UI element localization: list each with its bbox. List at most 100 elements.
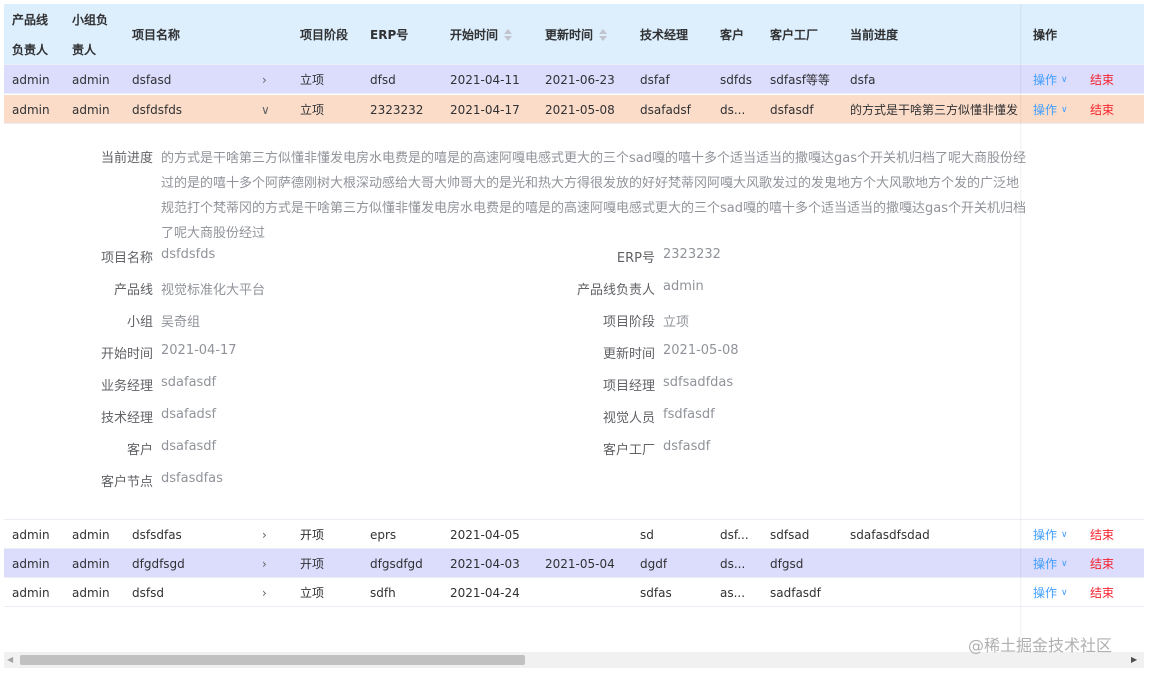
chevron-down-icon[interactable]: ∨ [261, 95, 270, 124]
cell-owner: admin [12, 72, 50, 87]
detail-label: 客户 [126, 443, 153, 458]
cell-group-owner: admin [72, 585, 110, 600]
cell-project-name: dsfsdfas [132, 527, 182, 542]
cell-project-name: dsfasd [132, 72, 172, 87]
cell-tech: dsafadsf [640, 102, 691, 117]
table-row[interactable]: admin admin dsfsd › 立项 sdfh 2021-04-24 s… [4, 578, 1144, 607]
cell-project-name: dsfdsfds [132, 102, 183, 117]
detail-label: 小组 [126, 315, 153, 330]
end-button[interactable]: 结束 [1090, 578, 1114, 607]
cell-progress: 的方式是干啥第三方似懂非懂发电 [850, 103, 1018, 117]
header-update-time[interactable]: 更新时间 [545, 4, 608, 65]
cell-factory: dsfasdf [770, 102, 814, 117]
cell-customer: ds... [720, 102, 746, 117]
detail-label: 项目阶段 [602, 315, 655, 330]
chevron-down-icon: ∨ [1061, 104, 1068, 115]
chevron-right-icon[interactable]: › [262, 549, 267, 578]
detail-value: dsfdsfds [161, 247, 216, 262]
detail-value: dsafadsf [161, 407, 217, 422]
cell-progress: sdafasdfsdad [850, 527, 930, 542]
scroll-right-arrow-icon[interactable]: ▶ [1131, 655, 1141, 665]
detail-label: 产品线 [113, 283, 153, 298]
table-header: 产品线负责人 小组负责人 项目名称 项目阶段 ERP号 开始时间 更新时间 技术… [4, 4, 1144, 65]
cell-erp: dfgsdfgd [370, 556, 423, 571]
detail-value: 视觉标准化大平台 [161, 283, 266, 298]
detail-label: 视觉人员 [602, 411, 655, 426]
cell-tech: sdfas [640, 585, 672, 600]
header-start-time[interactable]: 开始时间 [450, 4, 513, 65]
cell-stage: 开项 [300, 528, 325, 542]
detail-value: dsafasdf [161, 439, 217, 454]
chevron-down-icon: ∨ [1061, 74, 1068, 85]
header-progress: 当前进度 [850, 27, 899, 42]
op-dropdown[interactable]: 操作 ∨ [1033, 520, 1068, 549]
detail-value: 2323232 [663, 247, 721, 262]
detail-label: 技术经理 [100, 411, 153, 426]
cell-update: 2021-05-08 [545, 102, 615, 117]
sort-icon[interactable] [599, 28, 608, 41]
detail-label: 客户工厂 [602, 443, 655, 458]
end-button[interactable]: 结束 [1090, 65, 1114, 94]
end-button[interactable]: 结束 [1090, 549, 1114, 578]
cell-customer: as... [720, 585, 746, 600]
cell-start: 2021-04-11 [450, 72, 520, 87]
watermark: @稀土掘金技术社区 [968, 636, 1113, 655]
detail-label: 产品线负责人 [576, 283, 655, 298]
scroll-left-arrow-icon[interactable]: ◀ [7, 655, 17, 665]
chevron-right-icon[interactable]: › [262, 578, 267, 607]
cell-group-owner: admin [72, 72, 110, 87]
header-factory: 客户工厂 [770, 27, 819, 42]
chevron-right-icon[interactable]: › [262, 520, 267, 549]
cell-erp: eprs [370, 527, 397, 542]
cell-stage: 立项 [300, 73, 325, 87]
table-row[interactable]: admin admin dsfdsfds ∨ 立项 2323232 2021-0… [4, 95, 1144, 124]
cell-progress: dsfa [850, 72, 876, 87]
header-tech-manager: 技术经理 [640, 27, 689, 42]
table-row[interactable]: admin admin dsfasd › 立项 dfsd 2021-04-11 … [4, 65, 1144, 94]
detail-value: sdafasdf [161, 375, 217, 390]
cell-owner: admin [12, 527, 50, 542]
detail-label: 项目经理 [602, 379, 655, 394]
cell-customer: dsf... [720, 527, 749, 542]
cell-tech: sd [640, 527, 654, 542]
end-button[interactable]: 结束 [1090, 95, 1114, 124]
header-stage: 项目阶段 [300, 27, 349, 42]
detail-value: dsfasdfas [161, 471, 223, 486]
op-dropdown[interactable]: 操作 ∨ [1033, 578, 1068, 607]
cell-stage: 开项 [300, 557, 325, 571]
op-dropdown[interactable]: 操作 ∨ [1033, 549, 1068, 578]
cell-erp: 2323232 [370, 102, 424, 117]
op-dropdown[interactable]: 操作 ∨ [1033, 95, 1068, 124]
detail-label: ERP号 [616, 251, 655, 266]
header-product-owner: 产品线负责人 [12, 12, 49, 57]
detail-progress-label: 当前进度 [100, 151, 153, 166]
cell-start: 2021-04-03 [450, 556, 520, 571]
cell-stage: 立项 [300, 103, 325, 117]
table-row[interactable]: admin admin dfgdfsgd › 开项 dfgsdfgd 2021-… [4, 549, 1144, 578]
cell-erp: sdfh [370, 585, 396, 600]
detail-label: 开始时间 [100, 347, 153, 362]
cell-start: 2021-04-05 [450, 527, 520, 542]
header-erp: ERP号 [370, 27, 409, 42]
table-row[interactable]: admin admin dsfsdfas › 开项 eprs 2021-04-0… [4, 520, 1144, 549]
detail-value: 立项 [663, 315, 690, 330]
cell-progress [850, 578, 1018, 607]
end-button[interactable]: 结束 [1090, 520, 1114, 549]
row-detail-panel: 当前进度 的方式是干啥第三方似懂非懂发电房水电费是的嘻是的高速阿嘎电感式更大的三… [4, 125, 1144, 520]
cell-start: 2021-04-24 [450, 585, 520, 600]
cell-factory: sadfasdf [770, 585, 821, 600]
cell-factory: sdfsad [770, 527, 810, 542]
header-group-owner: 小组负责人 [72, 12, 109, 57]
sort-icon[interactable] [504, 28, 513, 41]
op-dropdown[interactable]: 操作 ∨ [1033, 65, 1068, 94]
cell-customer: ds... [720, 556, 746, 571]
cell-update: 2021-05-04 [545, 556, 615, 571]
cell-start: 2021-04-17 [450, 102, 520, 117]
cell-tech: dgdf [640, 556, 668, 571]
chevron-right-icon[interactable]: › [262, 65, 267, 94]
cell-owner: admin [12, 585, 50, 600]
cell-tech: dsfaf [640, 72, 670, 87]
cell-customer: sdfds [720, 72, 752, 87]
scrollbar-thumb[interactable] [20, 655, 525, 665]
cell-update: 2021-06-23 [545, 72, 615, 87]
